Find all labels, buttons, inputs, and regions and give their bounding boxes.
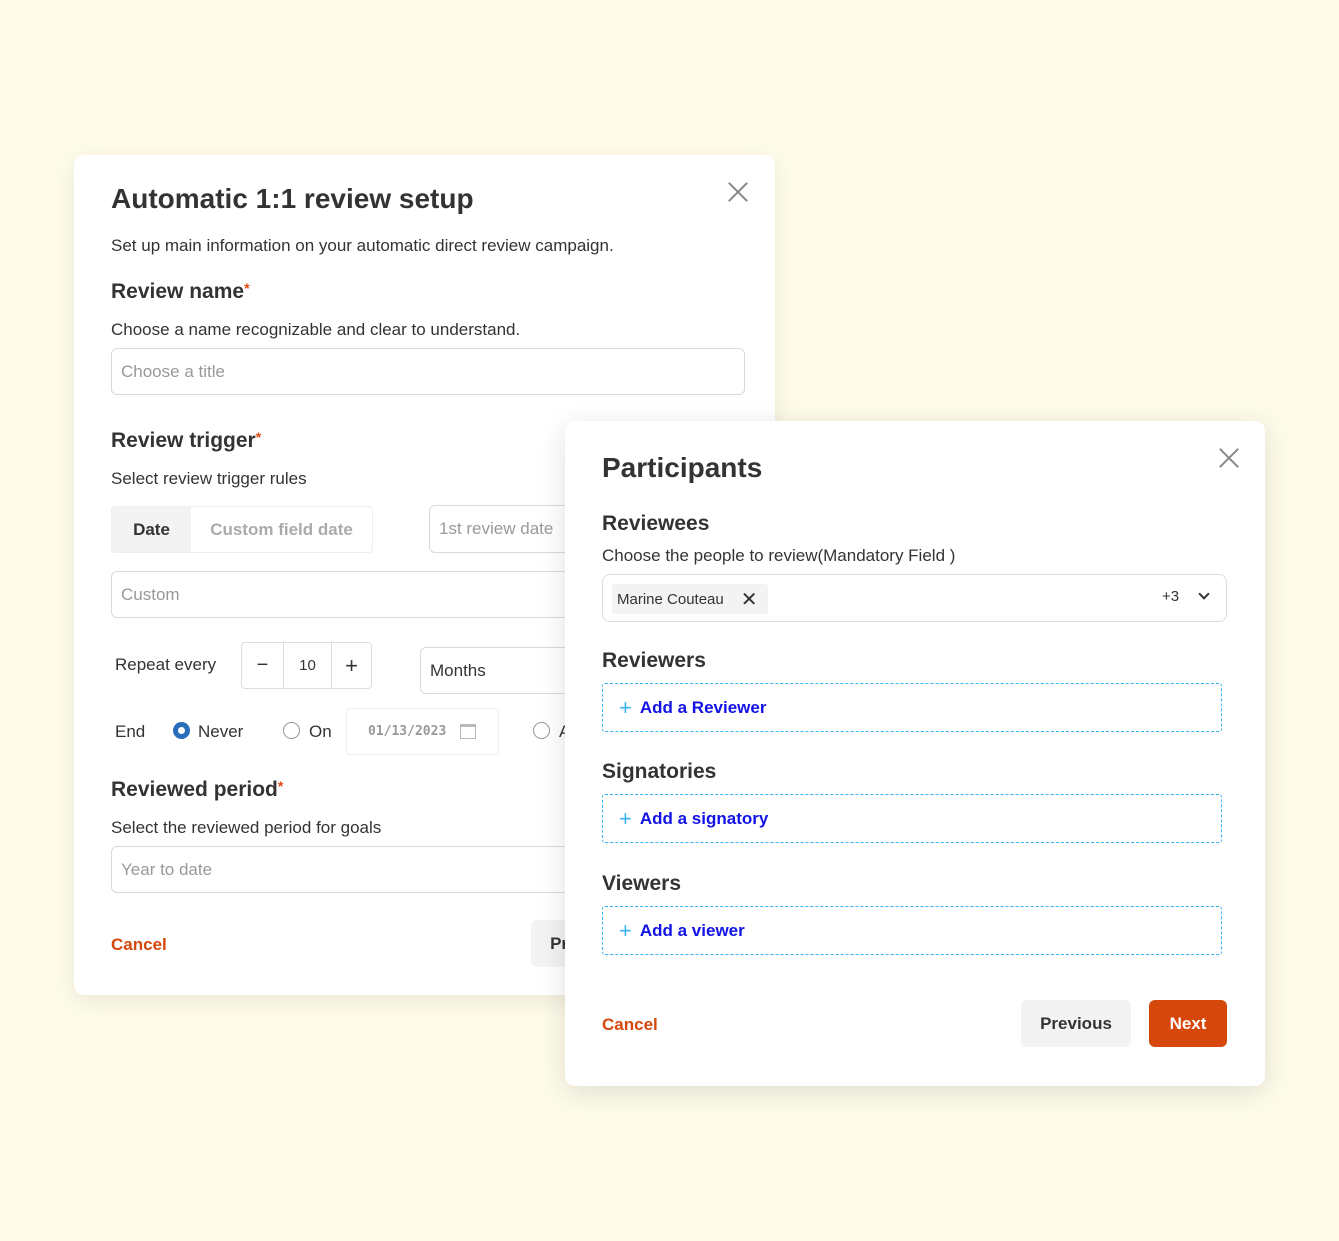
end-date-input[interactable]: 01/13/2023 bbox=[346, 708, 499, 755]
placeholder: Choose a title bbox=[121, 361, 225, 381]
chevron-down-icon[interactable] bbox=[1198, 588, 1210, 600]
reviewees-label: Reviewees bbox=[602, 512, 710, 535]
repeat-stepper: − 10 + bbox=[241, 642, 372, 689]
tab-custom-field-date[interactable]: Custom field date bbox=[191, 507, 372, 552]
dialog-title: Participants bbox=[602, 452, 763, 483]
radio-never-label: Never bbox=[198, 722, 244, 741]
end-label: End bbox=[115, 722, 146, 741]
review-name-label: Review name* bbox=[111, 280, 250, 303]
plus-icon: + bbox=[619, 917, 632, 943]
chip-label: Marine Couteau bbox=[617, 590, 724, 608]
radio-on[interactable] bbox=[283, 722, 300, 739]
add-reviewer-button[interactable]: + Add a Reviewer bbox=[602, 683, 1222, 732]
trigger-tabs: Date Custom field date bbox=[111, 506, 373, 553]
remove-icon[interactable]: ✕ bbox=[741, 587, 758, 612]
viewers-label: Viewers bbox=[602, 872, 682, 895]
placeholder: Year to date bbox=[121, 859, 213, 879]
review-trigger-label: Review trigger* bbox=[111, 429, 262, 452]
tab-date[interactable]: Date bbox=[112, 507, 191, 552]
add-viewer-button[interactable]: + Add a viewer bbox=[602, 906, 1222, 955]
close-icon[interactable] bbox=[1218, 447, 1240, 469]
selected-value: Months bbox=[430, 660, 486, 680]
increment-button[interactable]: + bbox=[332, 643, 371, 688]
cancel-button[interactable]: Cancel bbox=[111, 935, 167, 955]
next-button[interactable]: Next bbox=[1149, 1000, 1227, 1047]
reviewee-chip: Marine Couteau ✕ bbox=[612, 584, 768, 614]
radio-on-label: On bbox=[309, 722, 332, 741]
radio-never[interactable] bbox=[173, 722, 190, 739]
reviewees-select[interactable]: Marine Couteau ✕ +3 bbox=[602, 574, 1227, 622]
placeholder: 1st review date bbox=[439, 519, 554, 538]
more-count: +3 bbox=[1162, 588, 1180, 605]
plus-icon: + bbox=[619, 694, 632, 720]
cancel-button[interactable]: Cancel bbox=[602, 1015, 658, 1035]
radio-after[interactable] bbox=[533, 722, 550, 739]
plus-icon: + bbox=[619, 805, 632, 831]
reviewees-help: Choose the people to review(Mandatory Fi… bbox=[602, 546, 956, 565]
add-signatory-button[interactable]: + Add a signatory bbox=[602, 794, 1222, 843]
repeat-value[interactable]: 10 bbox=[284, 643, 332, 688]
review-name-input[interactable]: Choose a title bbox=[111, 348, 745, 395]
reviewed-period-help: Select the reviewed period for goals bbox=[111, 818, 382, 837]
end-date-value: 01/13/2023 bbox=[368, 724, 447, 739]
placeholder: Custom bbox=[121, 584, 180, 604]
dialog-title: Automatic 1:1 review setup bbox=[111, 183, 474, 214]
dialog-subtitle: Set up main information on your automati… bbox=[111, 236, 614, 255]
review-trigger-help: Select review trigger rules bbox=[111, 469, 307, 488]
reviewers-label: Reviewers bbox=[602, 649, 706, 672]
review-name-help: Choose a name recognizable and clear to … bbox=[111, 320, 521, 339]
repeat-every-label: Repeat every bbox=[115, 655, 217, 674]
close-icon[interactable] bbox=[727, 181, 749, 203]
calendar-icon[interactable] bbox=[460, 724, 477, 739]
participants-dialog: Participants Reviewees Choose the people… bbox=[565, 421, 1265, 1086]
decrement-button[interactable]: − bbox=[242, 643, 284, 688]
previous-button[interactable]: Previous bbox=[1021, 1000, 1131, 1047]
reviewed-period-label: Reviewed period* bbox=[111, 778, 284, 801]
signatories-label: Signatories bbox=[602, 760, 717, 783]
